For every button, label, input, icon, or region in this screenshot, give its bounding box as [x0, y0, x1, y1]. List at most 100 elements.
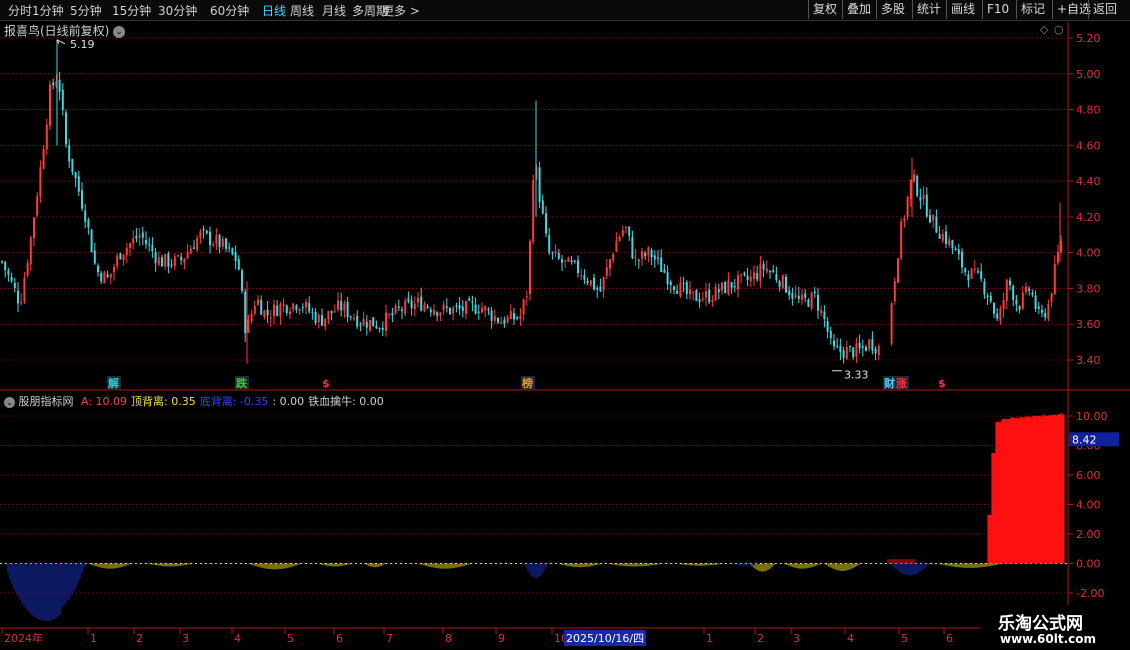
stock-title: 报喜鸟(日线前复权): [4, 24, 110, 38]
date-label: 2: [757, 632, 764, 645]
candle-body: [701, 298, 704, 300]
candle-body: [762, 264, 765, 270]
candle-body: [20, 301, 23, 304]
candle-body: [1037, 306, 1040, 309]
candle-body: [269, 317, 272, 319]
chevron-down-icon[interactable]: ⌄: [113, 25, 126, 38]
candle-body: [1005, 279, 1008, 301]
candle-body: [135, 235, 138, 239]
candle-body: [845, 347, 848, 360]
candle-body: [365, 321, 368, 328]
candle-body: [669, 281, 672, 286]
candle-body: [641, 251, 643, 259]
candle-body: [257, 299, 259, 305]
candle-body: [477, 311, 480, 313]
candle-body: [1034, 295, 1037, 309]
candle-body: [906, 196, 909, 218]
candle-body: [401, 309, 403, 311]
candle-body: [1002, 299, 1005, 310]
candle-body: [442, 304, 445, 311]
candle-body: [602, 277, 605, 291]
indicator-tick-label: -2.00: [1076, 587, 1104, 600]
candle-body: [279, 304, 282, 317]
candle-body: [551, 252, 554, 254]
candle-body: [631, 236, 634, 259]
candle-body: [657, 257, 659, 259]
candle-body: [765, 268, 768, 272]
candle-body: [100, 272, 103, 282]
price-tick-label: 4.80: [1076, 104, 1101, 117]
candle-body: [324, 318, 327, 327]
candle-body: [541, 200, 544, 214]
candle-body: [177, 255, 179, 257]
candle-body: [788, 290, 791, 296]
candle-body: [855, 343, 858, 357]
candle-body: [490, 310, 493, 321]
indicator-value-4: 铁血擒牛: 0.00: [308, 395, 384, 408]
date-label: 5: [287, 632, 294, 645]
candle-body: [791, 292, 794, 299]
candle-body: [804, 293, 807, 298]
candle-body: [836, 346, 839, 348]
candle-body: [29, 237, 32, 265]
event-marker: 榜: [522, 376, 533, 390]
candle-body: [583, 275, 586, 280]
candle-body: [375, 325, 378, 328]
candle-body: [785, 276, 787, 293]
candle-body: [807, 299, 810, 307]
candle-body: [877, 345, 880, 356]
candle-body: [567, 257, 570, 262]
price-tick-label: 3.60: [1076, 318, 1101, 331]
indicator-tick-label: 4.00: [1076, 499, 1101, 512]
candle-body: [708, 289, 711, 303]
candle-body: [39, 167, 42, 197]
candle-body: [343, 303, 346, 311]
candle-body: [77, 176, 80, 192]
candle-body: [346, 301, 349, 318]
candle-body: [157, 257, 160, 265]
candle-body: [81, 190, 83, 209]
candle-body: [106, 274, 109, 278]
candle-body: [698, 299, 701, 302]
candle-body: [529, 240, 531, 295]
candle-body: [634, 257, 637, 259]
candle-body: [458, 305, 461, 309]
candle-body: [369, 319, 371, 331]
candle-body: [349, 316, 352, 318]
candle-body: [237, 259, 240, 270]
candle-body: [778, 281, 781, 287]
date-axis: 2024年 1 2 3 4 5 6 7 8 9 102025/10/16/四 1 2 3 4 5 6: [1, 628, 953, 646]
candle-body: [209, 231, 211, 246]
candle-body: [1044, 313, 1047, 318]
candle-body: [621, 230, 624, 236]
candle-body: [1031, 292, 1034, 295]
candle-body: [733, 286, 736, 288]
candle-body: [721, 282, 723, 291]
circle-icon: ○: [1054, 23, 1064, 36]
candle-body: [4, 261, 7, 270]
indicator-tick-label: 0.00: [1076, 558, 1101, 571]
candle-body: [388, 314, 391, 316]
candle-body: [954, 248, 957, 251]
chevron-down-icon[interactable]: ⌄: [4, 396, 15, 408]
candle-body: [125, 247, 128, 256]
candle-body: [996, 313, 999, 319]
candle-body: [218, 234, 221, 248]
candle-body: [586, 280, 589, 283]
candle-body: [823, 311, 826, 320]
candle-body: [394, 305, 397, 314]
date-label: 5: [901, 632, 908, 645]
candle-body: [986, 295, 989, 297]
candle-body: [689, 289, 691, 295]
candle-body: [196, 237, 199, 251]
date-label: 3: [182, 632, 189, 645]
candle-body: [615, 241, 618, 252]
candle-body: [266, 309, 269, 316]
date-label: 2024年: [4, 631, 43, 645]
candle-body: [282, 304, 285, 307]
chart-canvas[interactable]: 5.20 5.00 4.80 4.60 4.40 4.20 4.00 3.80 3.60 3.40…: [0, 0, 1130, 650]
indicator-tick-label: 6.00: [1076, 469, 1101, 482]
price-tick-label: 4.60: [1076, 139, 1101, 152]
candle-body: [849, 345, 851, 347]
candle-body: [820, 309, 823, 314]
